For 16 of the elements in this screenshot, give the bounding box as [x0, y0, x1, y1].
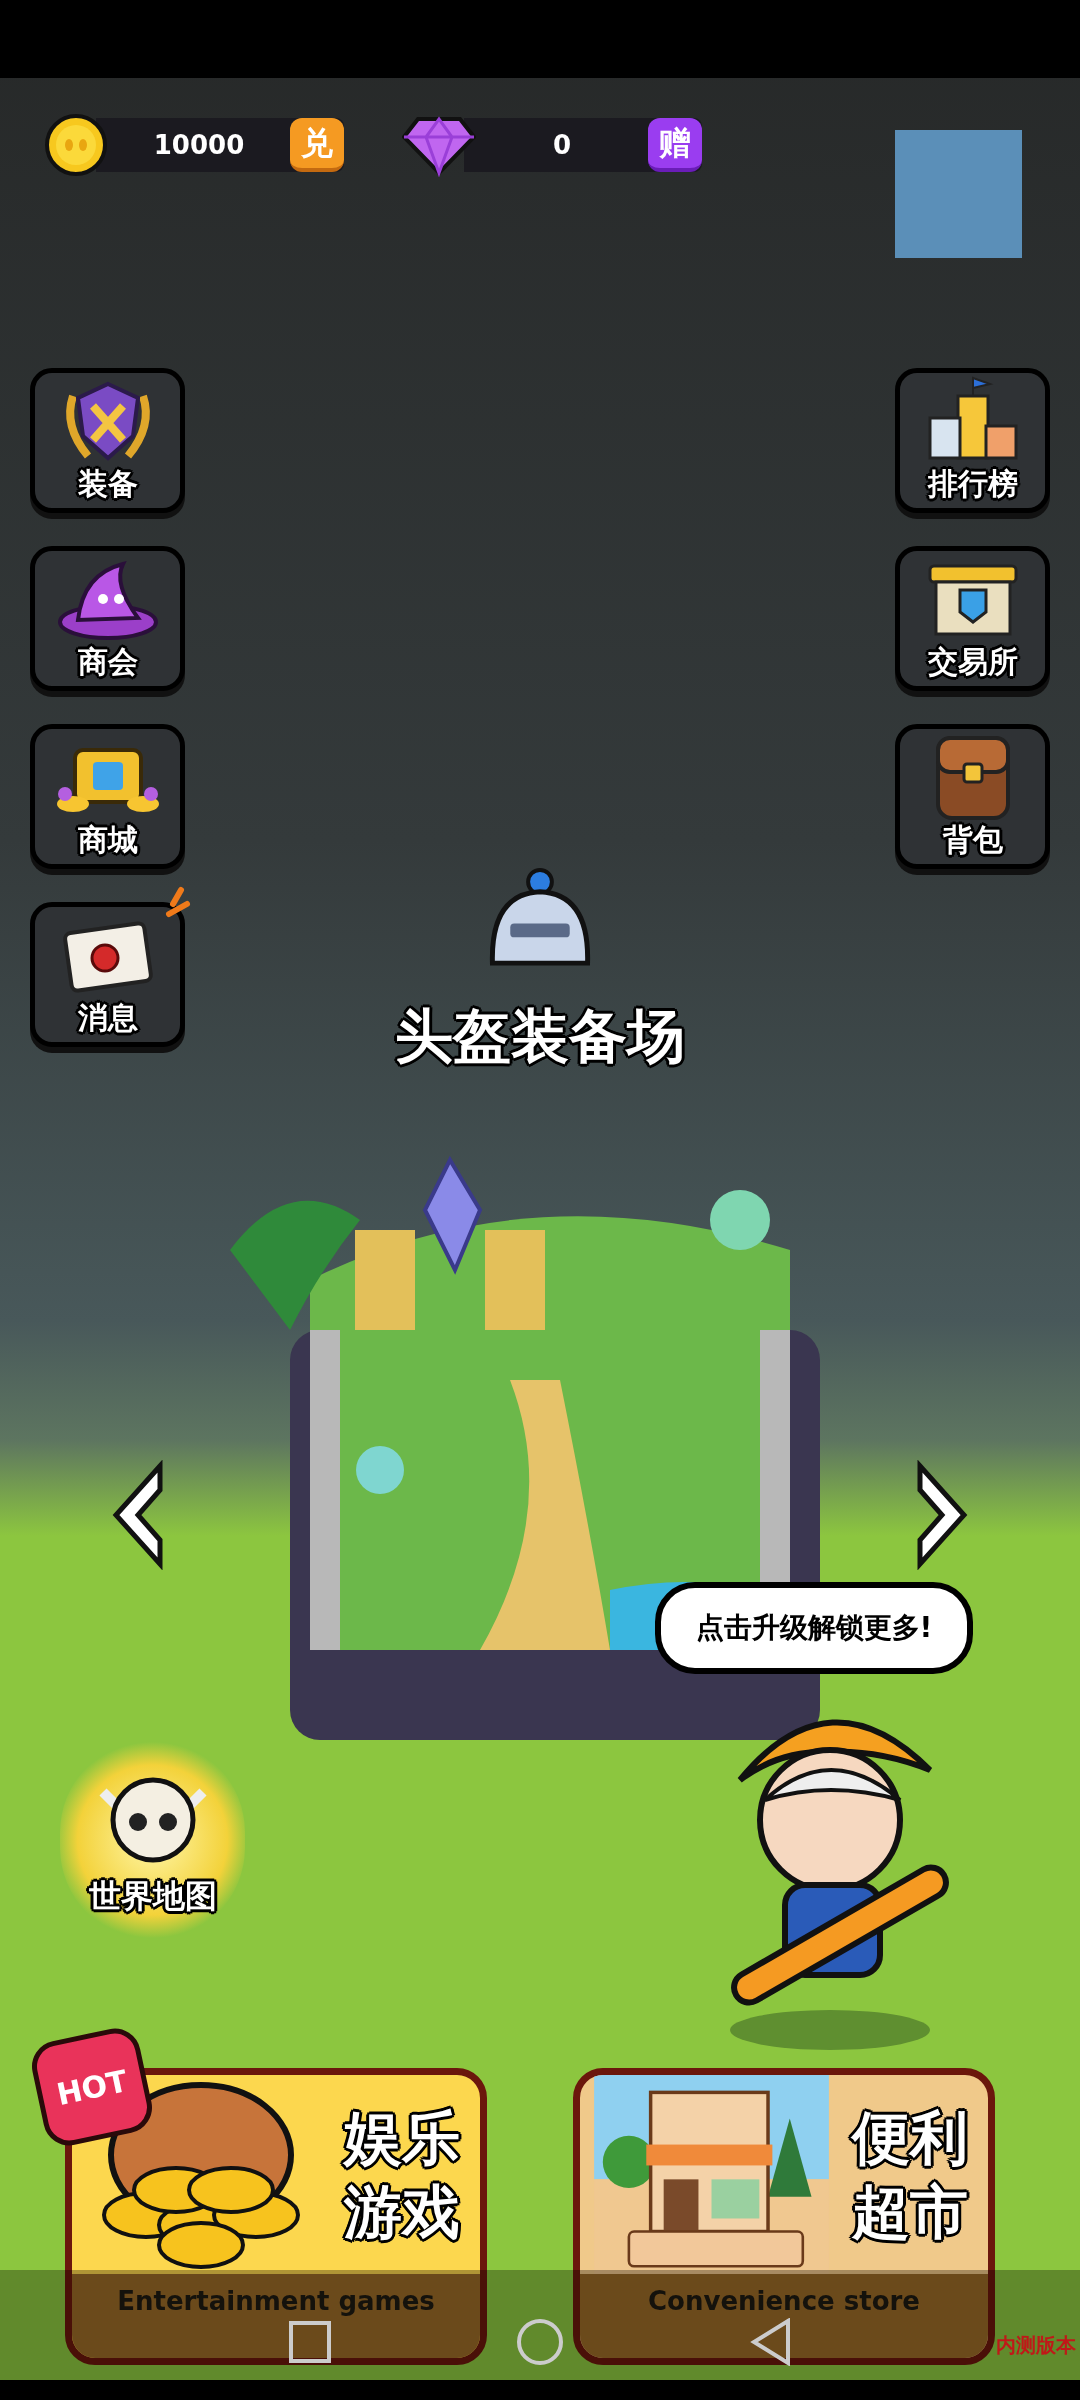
card-subtitle: Convenience store	[648, 2285, 920, 2318]
balance-amount: 10000	[152, 128, 246, 162]
card-subtitle: Entertainment games	[117, 2285, 435, 2318]
speech-bubble: 点击升级解锁更多!	[655, 1582, 973, 1674]
coin-icon	[44, 113, 108, 177]
gift-button[interactable]: 赠	[648, 118, 702, 172]
build-label: 内测版本	[996, 2332, 1076, 2359]
arena-title: 头盔装备场	[395, 1001, 685, 1072]
balance-amount: 0	[551, 128, 573, 162]
card-title: 便利	[852, 2102, 968, 2174]
card-title: 娱乐	[344, 2102, 460, 2174]
recent-apps-icon[interactable]	[288, 2320, 332, 2364]
card-title: 游戏	[344, 2176, 460, 2248]
card-title: 超市	[852, 2176, 968, 2248]
home-icon[interactable]	[516, 2318, 564, 2366]
back-icon[interactable]	[750, 2318, 792, 2366]
